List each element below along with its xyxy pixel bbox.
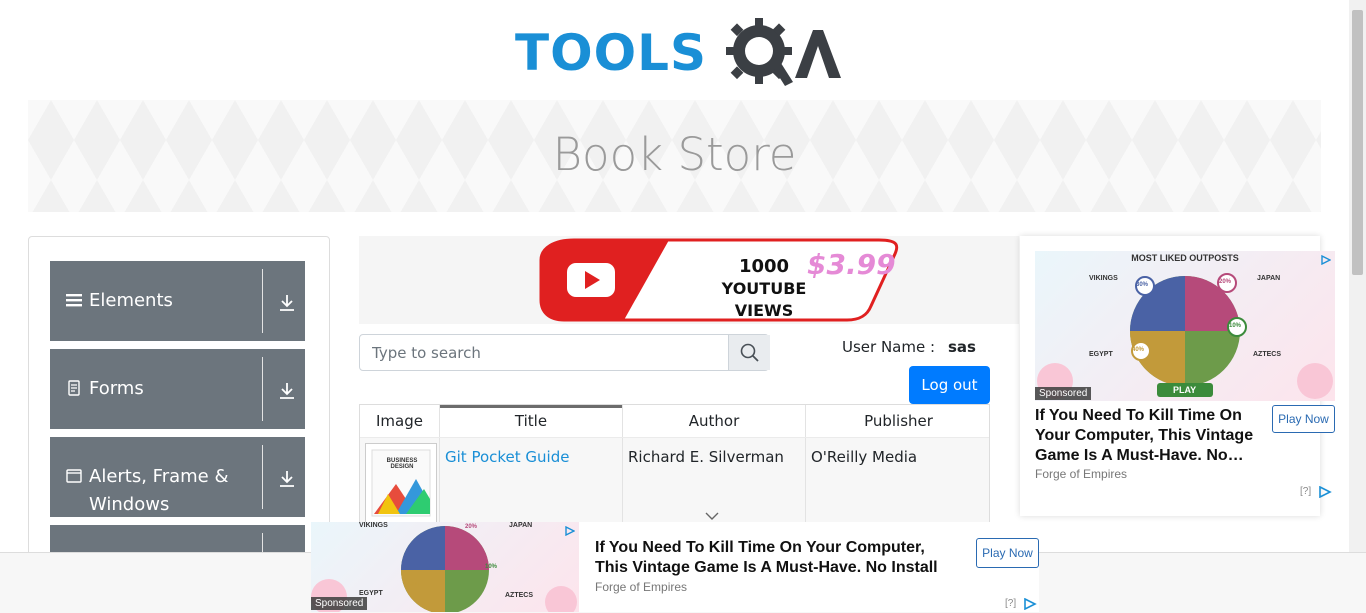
ad-headline[interactable]: If You Need To Kill Time On Your Compute… [1035, 406, 1263, 466]
ad-label-japan: JAPAN [1257, 275, 1281, 282]
logout-button[interactable]: Log out [909, 366, 990, 404]
adchoices-icon[interactable] [565, 526, 575, 536]
sidebar-group-forms[interactable]: Forms [50, 349, 305, 429]
right-sponsored-ad[interactable]: MOST LIKED OUTPOSTS VIKINGS JAPAN EGYPT … [1020, 236, 1335, 516]
book-cover-art [371, 449, 431, 517]
bottom-ad-label-vikings: VIKINGS [359, 522, 388, 529]
adchoices-icon[interactable] [1318, 486, 1332, 498]
bottom-ad-label-aztecs: AZTECS [505, 592, 533, 599]
ad-price: $3.99 [807, 248, 896, 281]
adchoices-icon[interactable] [1321, 255, 1331, 265]
qa-gear-logo-icon [726, 18, 841, 86]
bottom-ad-percent-aztecs: 10% [485, 564, 498, 570]
bottom-ad-label-japan: JAPAN [509, 522, 533, 529]
ad-source[interactable]: Forge of Empires [1035, 467, 1127, 481]
ad-image[interactable]: MOST LIKED OUTPOSTS VIKINGS JAPAN EGYPT … [1035, 251, 1335, 401]
ad-image-heading: MOST LIKED OUTPOSTS [1131, 253, 1239, 263]
ad-label-egypt: EGYPT [1089, 351, 1113, 358]
sponsored-badge: Sponsored [311, 597, 368, 610]
column-header-publisher[interactable]: Publisher [806, 405, 989, 437]
scrollbar-thumb[interactable] [1352, 10, 1363, 275]
ad-percent-egypt: 40% [1132, 347, 1145, 353]
sidebar-group-label: Forms [89, 378, 144, 399]
bottom-ad-label-egypt: EGYPT [359, 590, 383, 597]
book-title-link[interactable]: Git Pocket Guide [445, 448, 569, 466]
user-name-value: sas [948, 338, 976, 356]
ad-play-label: PLAY [1173, 385, 1197, 395]
bottom-ad-percent-egypt: 40% [407, 582, 420, 588]
sidebar-group-label: Elements [89, 290, 173, 311]
search-box[interactable] [359, 334, 770, 371]
page-banner: Book Store [28, 100, 1321, 212]
bottom-play-now-button[interactable]: Play Now [976, 538, 1039, 568]
chevron-down-icon[interactable] [705, 511, 719, 521]
book-cover-image: BUSINESS DESIGN [365, 443, 437, 523]
ad-percent-aztecs: 10% [1229, 323, 1242, 329]
ad-percent-japan: 20% [1219, 279, 1232, 285]
download-icon[interactable] [278, 470, 296, 488]
bottom-ad-percent-japan: 20% [465, 524, 478, 530]
bottom-ad-info-link[interactable]: [?] [1005, 598, 1016, 609]
sponsored-badge: Sponsored [1035, 387, 1092, 400]
user-name-label: User Name : [842, 338, 936, 356]
download-icon[interactable] [278, 294, 296, 312]
divider [262, 445, 263, 509]
sidebar-group-elements[interactable]: Elements [50, 261, 305, 341]
sidebar-group-label: Alerts, Frame & Windows [89, 466, 229, 515]
youtube-views-ad[interactable]: 1000 YOUTUBE VIEWS $3.99 [359, 236, 1019, 324]
window-icon [66, 469, 82, 483]
column-header-image[interactable]: Image [360, 405, 440, 437]
ad-percent-vikings: 30% [1136, 282, 1149, 288]
play-now-button[interactable]: Play Now [1272, 405, 1335, 433]
logo-text: TOOLS [515, 24, 707, 82]
ad-label-aztecs: AZTECS [1253, 351, 1281, 358]
youtube-ad-graphic [539, 238, 899, 322]
book-author: Richard E. Silverman [628, 448, 784, 466]
outposts-pie-graphic [1037, 273, 1333, 399]
bottom-sponsored-ad[interactable]: VIKINGS JAPAN EGYPT AZTECS 20% 10% 40% S… [311, 522, 1039, 612]
column-header-title[interactable]: Title [440, 405, 623, 437]
bottom-ad-image[interactable]: VIKINGS JAPAN EGYPT AZTECS 20% 10% 40% S… [311, 522, 579, 612]
ad-label-vikings: VIKINGS [1089, 275, 1118, 282]
ad-line-2: YOUTUBE VIEWS [721, 279, 807, 320]
page-title: Book Store [552, 128, 797, 181]
document-icon [68, 380, 80, 396]
page-scrollbar[interactable] [1349, 0, 1366, 552]
toolsqa-logo[interactable]: TOOLS [515, 16, 845, 92]
sidebar-group-alerts-frame-windows[interactable]: Alerts, Frame & Windows [50, 437, 305, 517]
bottom-ad-headline[interactable]: If You Need To Kill Time On Your Compute… [595, 538, 955, 578]
sidebar: Elements Forms Alerts, Frame & Windows [28, 236, 330, 568]
download-icon[interactable] [278, 382, 296, 400]
search-icon [740, 343, 759, 362]
book-cover-text: BUSINESS DESIGN [386, 458, 418, 470]
divider [262, 269, 263, 333]
column-header-author[interactable]: Author [623, 405, 806, 437]
bottom-ad-source[interactable]: Forge of Empires [595, 580, 687, 594]
book-publisher: O'Reilly Media [811, 448, 918, 466]
search-button[interactable] [728, 335, 770, 370]
adchoices-icon[interactable] [1023, 598, 1037, 610]
search-input[interactable] [360, 335, 728, 370]
divider [262, 357, 263, 421]
hamburger-icon [66, 294, 82, 307]
ad-info-link[interactable]: [?] [1300, 486, 1311, 497]
